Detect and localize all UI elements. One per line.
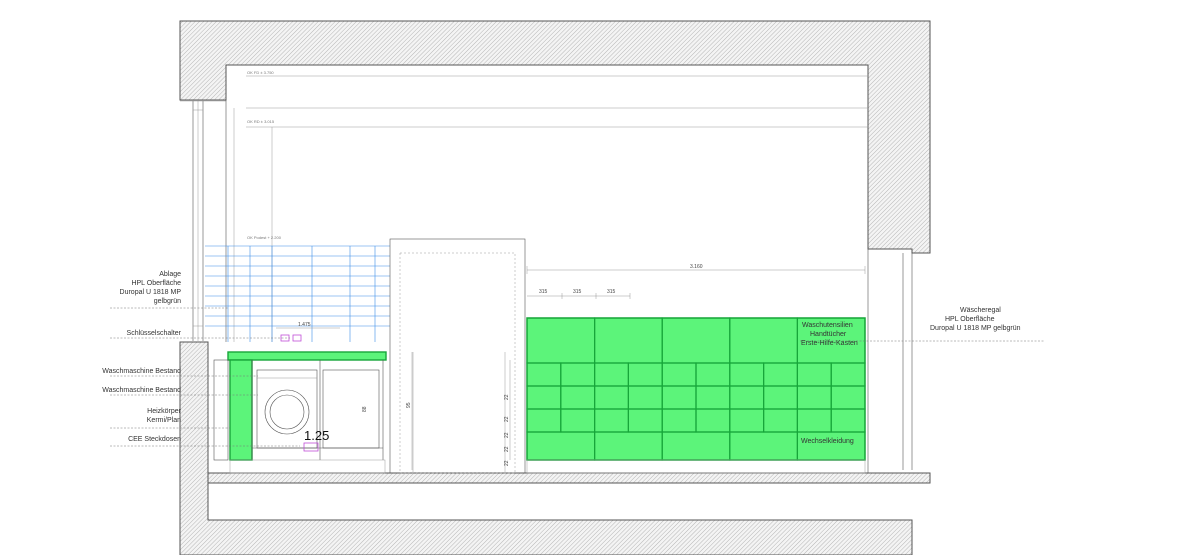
- dim-counter-depth: 88: [362, 406, 368, 412]
- level-marker-stair: OK Podest + 2.200: [247, 235, 282, 240]
- label-waschmaschine-1: Waschmaschine Bestand: [102, 368, 181, 375]
- label-heizkoerper-line1: Heizkörper: [147, 408, 182, 415]
- label-waescheregal-line2: HPL Oberfläche: [945, 316, 995, 323]
- socket-marker: [303, 442, 319, 452]
- dim-door-height: 95: [406, 402, 412, 408]
- label-cee: CEE Steckdosen: [128, 436, 181, 443]
- label-waescheregal-line1: Wäscheregal: [960, 307, 1001, 314]
- shelf-label-wechselkleidung: Wechselkleidung: [801, 438, 854, 445]
- level-marker-1: OK FD ± 3.750: [247, 70, 274, 75]
- window-frame: [180, 100, 226, 341]
- shelf-label-handtuecher: Handtücher: [810, 331, 847, 338]
- label-ablage-line2: HPL Oberfläche: [131, 280, 181, 287]
- plinth-shelf: [526, 459, 866, 474]
- level-marker-2: OK RD ± 3.015: [247, 119, 275, 124]
- elevation-drawing: 3.160 315 315 315 1.475 95 88 22 22 22 2…: [102, 20, 1045, 555]
- switch-marker-2: [292, 334, 302, 342]
- shelf-label-waschutensilien: Waschutensilien: [802, 322, 853, 329]
- floor-slab: [207, 472, 931, 484]
- dim-shelf-width: 3.160: [690, 264, 703, 270]
- room-outline: [225, 65, 868, 342]
- top-slab: [179, 20, 931, 254]
- label-ablage-line3: Duropal U 1818 MP: [120, 289, 182, 296]
- label-waescheregal-line3: Duropal U 1818 MP gelbgrün: [930, 325, 1021, 332]
- dim-row-2: 22: [504, 416, 510, 422]
- dim-counter-width: 1.475: [298, 322, 311, 328]
- dim-module-1: 315: [539, 289, 548, 295]
- shelf-label-erste-hilfe: Erste-Hilfe-Kasten: [801, 340, 858, 347]
- building-walls: [179, 20, 931, 555]
- dim-module-3: 315: [607, 289, 616, 295]
- label-ablage-line4: gelbgrün: [154, 298, 181, 305]
- label-waschmaschine-2: Waschmaschine Bestand: [102, 387, 181, 394]
- right-pier: [867, 249, 913, 473]
- label-heizkoerper-line2: Kermi/Plan: [147, 417, 181, 424]
- dim-row-1: 22: [504, 394, 510, 400]
- plinth-counter: [229, 459, 386, 474]
- dim-row-3: 22: [504, 432, 510, 438]
- dim-row-4: 22: [504, 446, 510, 452]
- dim-module-2: 315: [573, 289, 582, 295]
- label-schluesselschalter: Schlüsselschalter: [127, 330, 182, 337]
- dim-row-5: 22: [504, 460, 510, 466]
- scale-label: 1.25: [304, 428, 329, 443]
- label-ablage-line1: Ablage: [159, 271, 181, 278]
